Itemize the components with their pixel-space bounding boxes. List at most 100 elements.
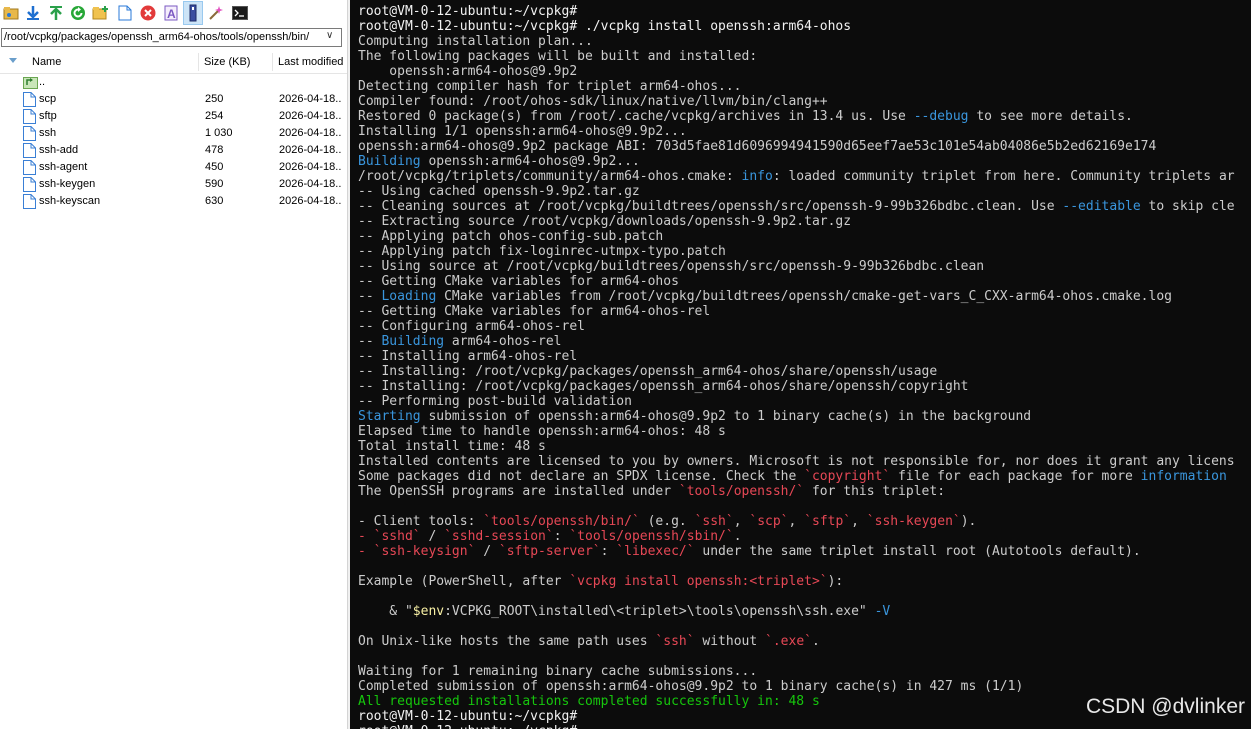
terminal-text: CMake variables from /root/vcpkg/buildtr…	[436, 289, 1172, 304]
file-row[interactable]: ssh-agent 450 2026-04-18..	[0, 159, 347, 176]
terminal-text: -- Applying patch fix-loginrec-utmpx-typ…	[358, 244, 726, 259]
svg-text:A: A	[167, 7, 176, 21]
file-icon	[23, 109, 37, 124]
terminal-icon[interactable]	[231, 4, 248, 21]
parent-directory-row[interactable]: ..	[0, 74, 347, 91]
terminal-line: -- Cleaning sources at /root/vcpkg/build…	[358, 199, 1235, 214]
terminal-text: openssh:arm64-ohos@9.9p2 package ABI: 70…	[358, 139, 1157, 154]
terminal-text: info	[741, 169, 773, 184]
terminal-text: ,	[788, 514, 805, 529]
delete-icon[interactable]	[139, 4, 156, 21]
properties-icon[interactable]	[184, 4, 201, 21]
column-divider[interactable]	[198, 53, 199, 71]
path-text: /root/vcpkg/packages/openssh_arm64-ohos/…	[4, 31, 310, 43]
terminal-text: :VCPKG_ROOT\installed\<triplet>\tools\op…	[444, 604, 875, 619]
terminal-line: Completed submission of openssh:arm64-oh…	[358, 679, 1235, 694]
terminal-text: .	[811, 634, 820, 649]
terminal-text: submission of openssh:arm64-ohos@9.9p2 t…	[420, 409, 1032, 424]
terminal-text: `sshd-session`	[444, 529, 554, 544]
column-divider[interactable]	[272, 53, 273, 71]
terminal-line: -- Extracting source /root/vcpkg/downloa…	[358, 214, 1235, 229]
new-file-icon[interactable]	[116, 4, 133, 21]
chevron-down-icon[interactable]: ∨	[326, 30, 338, 44]
rename-icon[interactable]: A	[162, 4, 179, 21]
terminal-text: :	[553, 529, 570, 544]
terminal-text: The OpenSSH programs are installed under	[358, 484, 679, 499]
column-size[interactable]: Size (KB)	[204, 51, 250, 73]
terminal-line: The following packages will be built and…	[358, 49, 1235, 64]
terminal-text: -- Installing: /root/vcpkg/packages/open…	[358, 364, 938, 379]
terminal-text: Completed submission of openssh:arm64-oh…	[358, 679, 1024, 694]
upload-icon[interactable]	[47, 4, 64, 21]
terminal-text: arm64-ohos-rel	[444, 334, 562, 349]
terminal-line: Elapsed time to handle openssh:arm64-oho…	[358, 424, 1235, 439]
file-icon	[23, 92, 37, 107]
terminal-line: -- Loading CMake variables from /root/vc…	[358, 289, 1235, 304]
file-name: sftp	[39, 110, 57, 122]
file-row[interactable]: ssh-add 478 2026-04-18..	[0, 142, 347, 159]
terminal-line: -- Configuring arm64-ohos-rel	[358, 319, 1235, 334]
column-modified[interactable]: Last modified	[278, 51, 343, 73]
filter-icon[interactable]	[207, 4, 224, 21]
terminal-text: root@VM-0-12-ubuntu:~/vcpkg#	[358, 4, 578, 19]
terminal-text: -- Extracting source /root/vcpkg/downloa…	[358, 214, 852, 229]
file-icon	[23, 194, 37, 209]
terminal-text: `tools/openssh/`	[678, 484, 805, 499]
terminal-window[interactable]: root@VM-0-12-ubuntu:~/vcpkg# root@VM-0-12…	[350, 0, 1251, 729]
terminal-line: -- Getting CMake variables for arm64-oho…	[358, 274, 1235, 289]
terminal-line: -- Performing post-build validation	[358, 394, 1235, 409]
terminal-text: On Unix-like hosts the same path uses	[358, 634, 656, 649]
terminal-text: for this triplet:	[804, 484, 946, 499]
file-row[interactable]: ssh 1 030 2026-04-18..	[0, 125, 347, 142]
terminal-text: `scp`	[749, 514, 789, 529]
file-size: 254	[205, 110, 224, 122]
file-row[interactable]: ssh-keyscan 630 2026-04-18..	[0, 193, 347, 210]
terminal-text: (e.g.	[639, 514, 695, 529]
terminal-text: Building	[358, 154, 421, 169]
terminal-text: -- Installing: /root/vcpkg/packages/open…	[358, 379, 969, 394]
file-panel: A /root/vcpkg/packages/openssh_arm64-oho…	[0, 0, 347, 729]
file-row[interactable]: ssh-keygen 590 2026-04-18..	[0, 176, 347, 193]
refresh-icon[interactable]	[69, 4, 86, 21]
terminal-line: Installing 1/1 openssh:arm64-ohos@9.9p2.…	[358, 124, 1235, 139]
terminal-text: -- Performing post-build validation	[358, 394, 632, 409]
terminal-text: `ssh-keygen`	[866, 514, 961, 529]
terminal-text: --	[358, 334, 382, 349]
terminal-text: `sftp`	[804, 514, 852, 529]
terminal-text: -	[358, 544, 374, 559]
terminal-text: -- Cleaning sources at /root/vcpkg/build…	[358, 199, 1063, 214]
terminal-line: - `ssh-keysign` / `sftp-server`: `libexe…	[358, 544, 1235, 559]
terminal-line: -- Using cached openssh-9.9p2.tar.gz	[358, 184, 1235, 199]
download-icon[interactable]	[24, 4, 41, 21]
terminal-line: & "$env:VCPKG_ROOT\installed\<triplet>\t…	[358, 604, 1235, 619]
file-row[interactable]: scp 250 2026-04-18..	[0, 91, 347, 108]
terminal-text: Detecting compiler hash for triplet arm6…	[358, 79, 742, 94]
file-row[interactable]: sftp 254 2026-04-18..	[0, 108, 347, 125]
terminal-text: Computing installation plan...	[358, 34, 593, 49]
terminal-text: -- Applying patch ohos-config-sub.patch	[358, 229, 664, 244]
terminal-text: -- Using source at /root/vcpkg/buildtree…	[358, 259, 985, 274]
file-modified: 2026-04-18..	[279, 110, 342, 122]
file-name: ssh-add	[39, 144, 79, 156]
terminal-text: -- Getting CMake variables for arm64-oho…	[358, 274, 679, 289]
terminal-text: ).	[960, 514, 977, 529]
parent-folder-icon	[23, 75, 38, 90]
terminal-line: Computing installation plan...	[358, 34, 1235, 49]
path-field[interactable]: /root/vcpkg/packages/openssh_arm64-ohos/…	[1, 28, 342, 47]
terminal-text: Installing 1/1 openssh:arm64-ohos@9.9p2.…	[358, 124, 687, 139]
terminal-text: ,	[851, 514, 867, 529]
open-directory-icon[interactable]	[2, 4, 19, 21]
terminal-text: openssh:arm64-ohos@9.9p2	[358, 64, 578, 79]
new-folder-icon[interactable]	[92, 4, 109, 21]
terminal-text: The following packages will be built and…	[358, 49, 758, 64]
terminal-line: openssh:arm64-ohos@9.9p2 package ABI: 70…	[358, 139, 1235, 154]
terminal-text: openssh:arm64-ohos@9.9p2...	[420, 154, 640, 169]
terminal-text: -- Installing arm64-ohos-rel	[358, 349, 578, 364]
terminal-line: root@VM-0-12-ubuntu:~/vcpkg#	[358, 4, 1235, 19]
terminal-text: ,	[733, 514, 750, 529]
file-modified: 2026-04-18..	[279, 178, 342, 190]
terminal-text: /root/vcpkg/triplets/community/arm64-oho…	[358, 169, 742, 184]
terminal-text: $env	[412, 604, 445, 619]
terminal-line: -- Installing arm64-ohos-rel	[358, 349, 1235, 364]
column-name[interactable]: Name	[32, 51, 61, 73]
